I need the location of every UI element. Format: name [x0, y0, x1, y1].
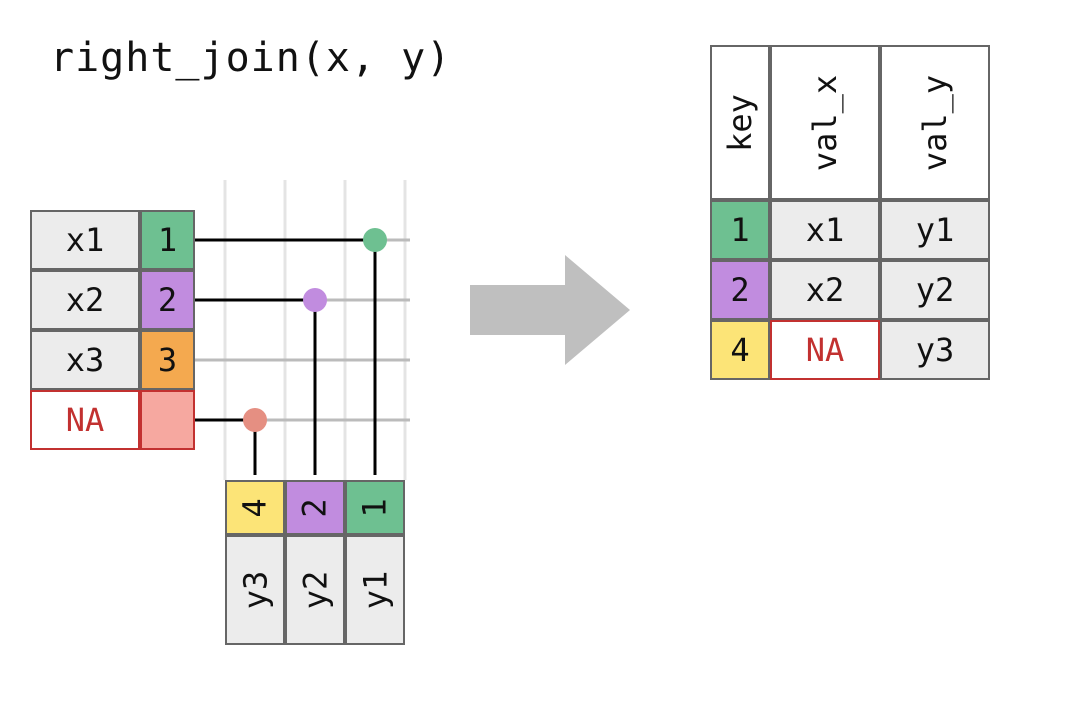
x-val-cell: x1	[30, 210, 140, 270]
x-key-cell: 3	[140, 330, 195, 390]
match-dot-key2	[303, 288, 327, 312]
y-key-cell: 4	[225, 480, 285, 535]
result-valx-cell: x2	[770, 260, 880, 320]
x-val-cell: x3	[30, 330, 140, 390]
result-valx-na-cell: NA	[770, 320, 880, 380]
result-key-cell: 1	[710, 200, 770, 260]
result-key-cell: 2	[710, 260, 770, 320]
y-key-cell: 2	[285, 480, 345, 535]
result-valx-cell: x1	[770, 200, 880, 260]
result-valy-cell: y1	[880, 200, 990, 260]
x-na-key-cell	[140, 390, 195, 450]
x-key-cell: 2	[140, 270, 195, 330]
arrow-icon	[470, 250, 630, 370]
result-valy-cell: y2	[880, 260, 990, 320]
y-val-cell: y2	[285, 535, 345, 645]
diagram-stage: right_join(x, y) x1 1 x2 2	[0, 0, 1070, 720]
x-key-cell: 1	[140, 210, 195, 270]
y-key-cell: 1	[345, 480, 405, 535]
y-val-cell: y3	[225, 535, 285, 645]
result-header-valy: val_y	[880, 45, 990, 200]
match-dot-key1	[363, 228, 387, 252]
x-val-cell: x2	[30, 270, 140, 330]
match-dot-key4	[243, 408, 267, 432]
result-key-cell: 4	[710, 320, 770, 380]
x-na-val-cell: NA	[30, 390, 140, 450]
y-val-cell: y1	[345, 535, 405, 645]
result-header-key: key	[710, 45, 770, 200]
result-valy-cell: y3	[880, 320, 990, 380]
result-header-valx: val_x	[770, 45, 880, 200]
